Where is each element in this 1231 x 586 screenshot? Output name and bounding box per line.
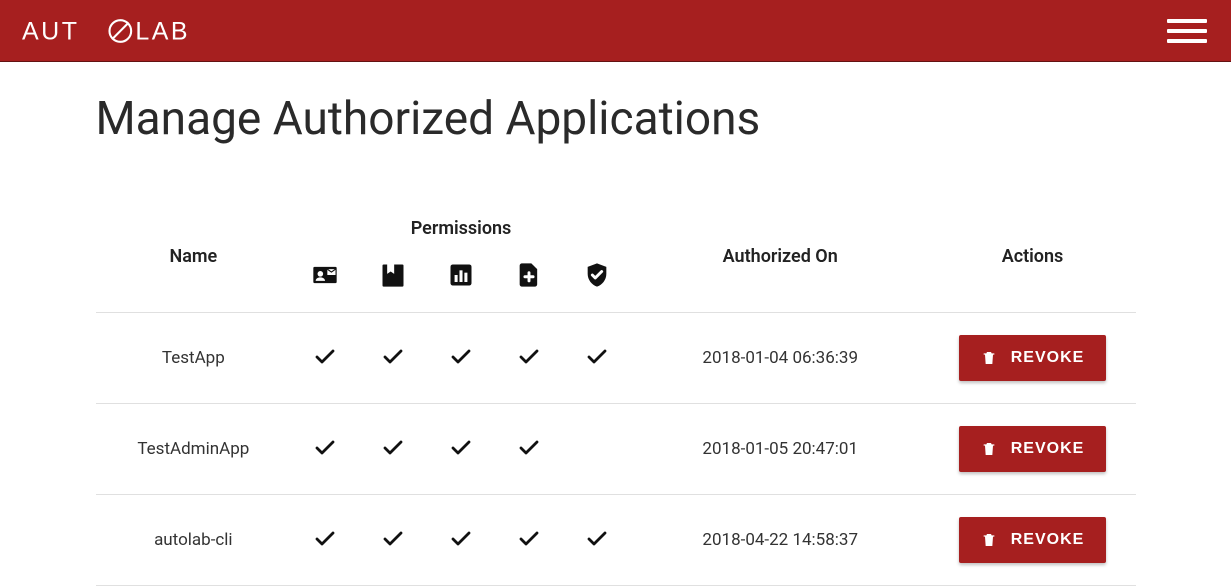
svg-text:LAB: LAB [135,17,190,45]
revoke-button[interactable]: REVOKE [959,426,1107,472]
check-icon [517,344,541,368]
authorized-on-cell: 2018-01-05 20:47:01 [631,404,930,495]
perm-cell [291,404,359,495]
perm-cell [359,313,427,404]
revoke-label: REVOKE [1011,349,1085,367]
check-icon [517,435,541,459]
perm-cell [563,495,631,586]
perm-cell [291,495,359,586]
perm-cell [427,404,495,495]
perm-cell [563,404,631,495]
perm-cell [291,313,359,404]
file-plus-icon [495,249,563,313]
trash-icon [981,440,997,458]
app-name: TestApp [96,313,292,404]
check-icon [517,526,541,550]
actions-cell: REVOKE [930,495,1136,586]
revoke-button[interactable]: REVOKE [959,335,1107,381]
app-name: autolab-cli [96,495,292,586]
chart-icon [427,249,495,313]
autolab-wordmark-icon: AUT LAB [22,16,239,46]
col-permissions-header: Permissions [291,206,631,249]
contact-card-icon [291,249,359,313]
app-row: TestAdminApp 2018-01-05 20:47:01 REVOKE [96,404,1136,495]
check-icon [313,526,337,550]
app-row: autolab-cli 2018-04-22 14:58:37 REVOKE [96,495,1136,586]
check-icon [449,344,473,368]
perm-cell [427,495,495,586]
check-icon [449,435,473,459]
bookmark-icon [359,249,427,313]
perm-cell [427,313,495,404]
check-icon [585,344,609,368]
perm-cell [359,404,427,495]
revoke-label: REVOKE [1011,531,1085,549]
trash-icon [981,531,997,549]
col-actions-header: Actions [930,206,1136,313]
revoke-label: REVOKE [1011,440,1085,458]
perm-cell [495,313,563,404]
main-content: Manage Authorized Applications Name Perm… [96,62,1136,586]
perm-cell [495,495,563,586]
perm-cell [563,313,631,404]
app-row: TestApp 2018-01-04 06:36:39 REVOKE [96,313,1136,404]
check-icon [313,435,337,459]
check-icon [313,344,337,368]
app-name: TestAdminApp [96,404,292,495]
check-icon [585,526,609,550]
revoke-button[interactable]: REVOKE [959,517,1107,563]
menu-toggle[interactable] [1167,19,1207,43]
check-icon [381,526,405,550]
authorized-apps-table: Name Permissions Authorized On Actions [96,206,1136,586]
actions-cell: REVOKE [930,404,1136,495]
brand-logo[interactable]: AUT LAB [22,16,239,46]
col-name-header: Name [96,206,292,313]
authorized-on-cell: 2018-01-04 06:36:39 [631,313,930,404]
actions-cell: REVOKE [930,313,1136,404]
perm-cell [495,404,563,495]
check-icon [381,344,405,368]
check-icon [449,526,473,550]
col-authorized-on-header: Authorized On [631,206,930,313]
top-header: AUT LAB [0,0,1231,62]
trash-icon [981,349,997,367]
authorized-on-cell: 2018-04-22 14:58:37 [631,495,930,586]
page-title: Manage Authorized Applications [96,92,1136,146]
check-icon [381,435,405,459]
perm-cell [359,495,427,586]
shield-check-icon [563,249,631,313]
svg-text:AUT: AUT [22,17,79,45]
